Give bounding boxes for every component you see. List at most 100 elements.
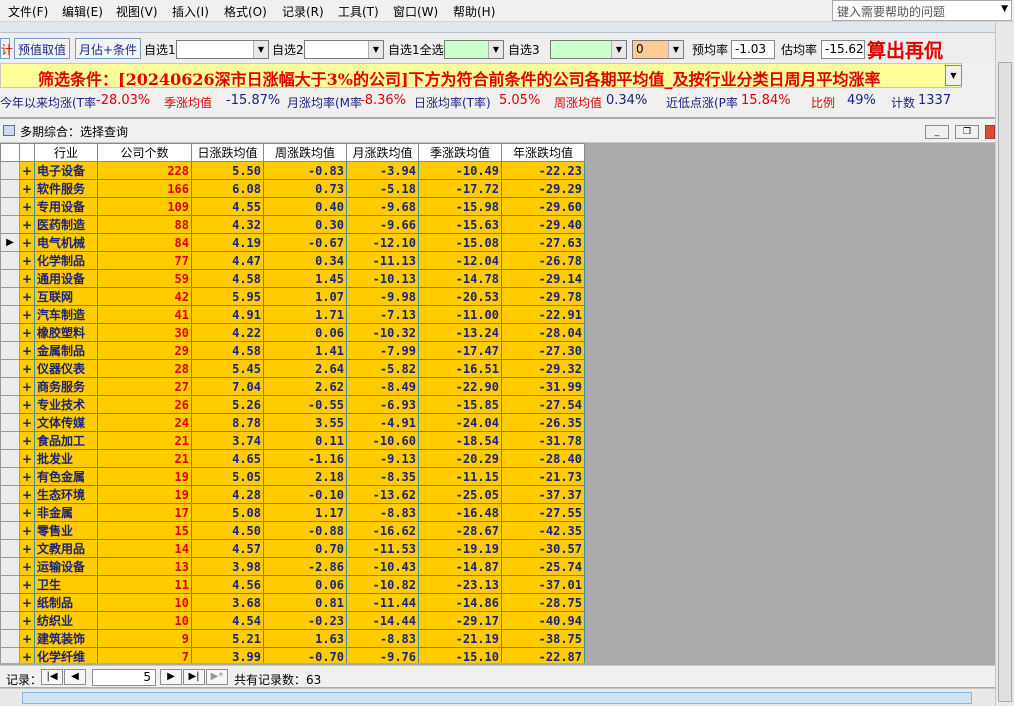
chevron-down-icon[interactable]: ▼ (253, 41, 268, 58)
industry-cell[interactable]: 文教用品 (34, 539, 98, 558)
company-count-cell[interactable]: 10 (97, 593, 192, 612)
row-selector[interactable] (0, 215, 20, 234)
average-cell[interactable]: 5.95 (191, 287, 264, 306)
close-icon[interactable] (985, 125, 995, 139)
average-cell[interactable]: -22.23 (501, 161, 585, 180)
row-selector[interactable] (0, 341, 20, 360)
industry-cell[interactable]: 零售业 (34, 521, 98, 540)
average-cell[interactable]: -12.10 (346, 233, 419, 252)
average-cell[interactable]: -18.54 (418, 431, 502, 450)
industry-cell[interactable]: 专业技术 (34, 395, 98, 414)
expand-icon[interactable]: + (19, 413, 35, 432)
table-row[interactable]: ▶ + 电气机械 84 4.19 -0.67 -12.10 -15.08 -27.63 (0, 233, 585, 252)
table-row[interactable]: + 文教用品 14 4.57 0.70 -11.53 -19.19 -30.57 (0, 539, 585, 558)
expand-icon[interactable]: + (19, 269, 35, 288)
average-cell[interactable]: 2.64 (263, 359, 347, 378)
average-cell[interactable]: 4.58 (191, 341, 264, 360)
average-cell[interactable]: 4.57 (191, 539, 264, 558)
average-cell[interactable]: -16.51 (418, 359, 502, 378)
filter-dropdown-icon[interactable]: ▼ (945, 65, 962, 86)
row-selector[interactable] (0, 413, 20, 432)
cut-button[interactable]: 计 (0, 38, 13, 59)
table-row[interactable]: + 文体传媒 24 8.78 3.55 -4.91 -24.04 -26.35 (0, 413, 585, 432)
average-cell[interactable]: -28.40 (501, 449, 585, 468)
average-cell[interactable]: 4.91 (191, 305, 264, 324)
row-selector[interactable] (0, 485, 20, 504)
average-cell[interactable]: -27.54 (501, 395, 585, 414)
custom3-select[interactable]: ▼ (550, 40, 627, 59)
average-cell[interactable]: -21.19 (418, 629, 502, 648)
average-cell[interactable]: -29.17 (418, 611, 502, 630)
average-cell[interactable]: -10.32 (346, 323, 419, 342)
average-cell[interactable]: 4.58 (191, 269, 264, 288)
average-cell[interactable]: 4.56 (191, 575, 264, 594)
average-cell[interactable]: -22.87 (501, 647, 585, 663)
menu-item-8[interactable]: 帮助(H) (453, 3, 495, 20)
average-cell[interactable]: 5.21 (191, 629, 264, 648)
average-cell[interactable]: -5.82 (346, 359, 419, 378)
next-record-icon[interactable]: ▶ (160, 669, 182, 685)
average-cell[interactable]: 2.62 (263, 377, 347, 396)
average-cell[interactable]: 4.54 (191, 611, 264, 630)
average-cell[interactable]: -38.75 (501, 629, 585, 648)
custom1-select[interactable]: ▼ (176, 40, 269, 59)
company-count-cell[interactable]: 7 (97, 647, 192, 663)
average-cell[interactable]: 3.55 (263, 413, 347, 432)
company-count-cell[interactable]: 42 (97, 287, 192, 306)
forecast-rate-field[interactable]: -1.03 (731, 40, 775, 59)
expand-icon[interactable]: + (19, 287, 35, 306)
expand-icon[interactable]: + (19, 557, 35, 576)
menu-item-7[interactable]: 窗口(W) (393, 3, 438, 20)
average-cell[interactable]: -6.93 (346, 395, 419, 414)
row-selector[interactable] (0, 521, 20, 540)
row-selector[interactable] (0, 269, 20, 288)
average-cell[interactable]: -14.44 (346, 611, 419, 630)
menu-item-1[interactable]: 编辑(E) (62, 3, 103, 20)
restore-icon[interactable]: ❐ (955, 125, 979, 139)
industry-cell[interactable]: 非金属 (34, 503, 98, 522)
average-cell[interactable]: 7.04 (191, 377, 264, 396)
average-cell[interactable]: -28.67 (418, 521, 502, 540)
average-cell[interactable]: 1.63 (263, 629, 347, 648)
average-cell[interactable]: -27.55 (501, 503, 585, 522)
average-cell[interactable]: -9.76 (346, 647, 419, 663)
average-cell[interactable]: -9.98 (346, 287, 419, 306)
average-cell[interactable]: 0.34 (263, 251, 347, 270)
average-cell[interactable]: 0.06 (263, 323, 347, 342)
industry-cell[interactable]: 建筑装饰 (34, 629, 98, 648)
industry-cell[interactable]: 纺织业 (34, 611, 98, 630)
average-cell[interactable]: -9.13 (346, 449, 419, 468)
table-row[interactable]: + 汽车制造 41 4.91 1.71 -7.13 -11.00 -22.91 (0, 305, 585, 324)
table-row[interactable]: + 零售业 15 4.50 -0.88 -16.62 -28.67 -42.35 (0, 521, 585, 540)
row-selector[interactable] (0, 593, 20, 612)
average-cell[interactable]: -9.66 (346, 215, 419, 234)
average-cell[interactable]: -21.73 (501, 467, 585, 486)
average-cell[interactable]: -40.94 (501, 611, 585, 630)
menu-item-6[interactable]: 工具(T) (338, 3, 379, 20)
average-cell[interactable]: -10.82 (346, 575, 419, 594)
row-selector[interactable] (0, 287, 20, 306)
average-cell[interactable]: 3.99 (191, 647, 264, 663)
table-row[interactable]: + 互联网 42 5.95 1.07 -9.98 -20.53 -29.78 (0, 287, 585, 306)
average-cell[interactable]: 3.98 (191, 557, 264, 576)
menu-item-3[interactable]: 插入(I) (172, 3, 209, 20)
average-cell[interactable]: -25.05 (418, 485, 502, 504)
industry-cell[interactable]: 化学纤维 (34, 647, 98, 663)
row-selector[interactable] (0, 629, 20, 648)
value-select[interactable]: 0 ▼ (632, 40, 684, 59)
average-cell[interactable]: -10.13 (346, 269, 419, 288)
company-count-cell[interactable]: 28 (97, 359, 192, 378)
expand-icon[interactable]: + (19, 431, 35, 450)
company-count-cell[interactable]: 29 (97, 341, 192, 360)
average-cell[interactable]: -11.00 (418, 305, 502, 324)
company-count-cell[interactable]: 21 (97, 449, 192, 468)
average-cell[interactable]: 0.30 (263, 215, 347, 234)
expand-icon[interactable]: + (19, 377, 35, 396)
company-count-cell[interactable]: 21 (97, 431, 192, 450)
average-cell[interactable]: -4.91 (346, 413, 419, 432)
average-cell[interactable]: 5.05 (191, 467, 264, 486)
row-selector[interactable] (0, 575, 20, 594)
average-cell[interactable]: 4.19 (191, 233, 264, 252)
average-cell[interactable]: -31.78 (501, 431, 585, 450)
column-header-1[interactable]: 公司个数 (97, 143, 192, 162)
